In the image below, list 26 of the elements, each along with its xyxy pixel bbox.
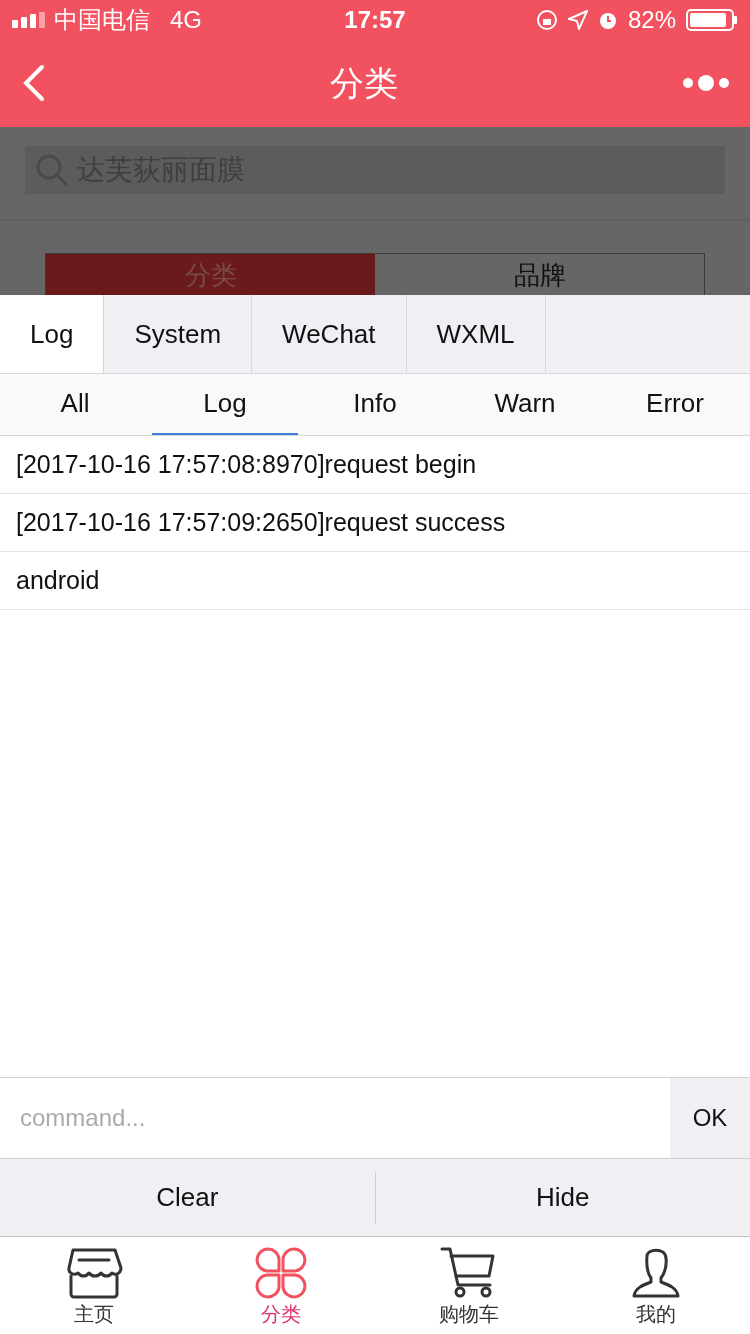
battery-percent: 82% [627, 4, 676, 35]
page-title: 分类 [330, 62, 398, 104]
filter-tab[interactable]: Info [302, 374, 448, 435]
tab-bar-item[interactable]: 购物车 [375, 1237, 563, 1334]
more-icon[interactable] [682, 73, 730, 94]
filter-tab[interactable]: Warn [452, 374, 598, 435]
log-entry: android [16, 564, 100, 596]
battery-icon [686, 8, 738, 31]
ok-button[interactable]: OK [670, 1078, 750, 1158]
console-tab[interactable]: Log [0, 295, 105, 373]
log-entry: [2017-10-16 17:57:08:8970]request begin [16, 448, 477, 480]
location-icon [567, 9, 588, 30]
console-action-button[interactable]: Clear [0, 1171, 375, 1224]
network-type: 4G [170, 4, 202, 35]
rotation-lock-icon [535, 8, 558, 31]
filter-tab[interactable]: All [2, 374, 148, 435]
tab-bar-item[interactable]: 主页 [0, 1237, 188, 1334]
filter-tab[interactable]: Error [602, 374, 748, 435]
tab-bar-item[interactable]: 我的 [562, 1237, 750, 1334]
log-entry: [2017-10-16 17:57:09:2650]request success [16, 506, 506, 538]
signal-icon [12, 11, 46, 28]
filter-tab[interactable]: Log [152, 374, 298, 435]
clock: 17:57 [344, 4, 406, 35]
console-action-button[interactable]: Hide [374, 1171, 750, 1224]
carrier-name: 中国电信 [54, 4, 150, 35]
tab-bar-item[interactable]: 分类 [187, 1237, 375, 1334]
